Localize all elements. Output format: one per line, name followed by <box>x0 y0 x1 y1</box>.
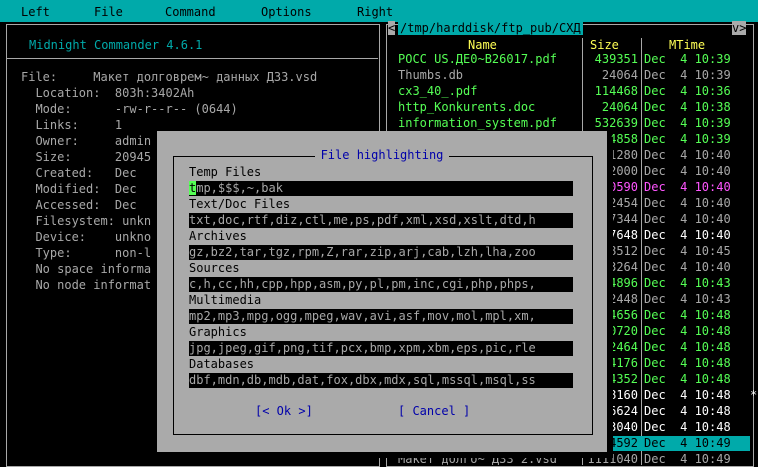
menu-options[interactable]: Options <box>261 5 312 19</box>
file-name: cx3_40_.pdf <box>398 84 478 98</box>
field-text: mp,$$$,~,bak <box>196 181 283 195</box>
group-extensions-field[interactable]: txt,doc,rtf,diz,ctl,me,ps,pdf,xml,xsd,xs… <box>189 213 573 228</box>
file-size: 1111040 <box>587 452 638 466</box>
file-mtime: Dec 4 10:40 <box>644 196 731 210</box>
file-mtime: Dec 4 10:39 <box>644 52 731 66</box>
file-mtime: Dec 4 10:40 <box>644 260 731 274</box>
file-size: 24064 <box>601 68 638 82</box>
file-mtime: Dec 4 10:40 <box>644 148 731 162</box>
file-row[interactable]: Макет долго~ ДЗЗ 2.vsd 1111040 Dec 4 10:49 <box>388 452 750 467</box>
file-mtime: Dec 4 10:49 <box>644 452 731 466</box>
menu-command[interactable]: Command <box>165 5 216 19</box>
menu-file[interactable]: File <box>94 5 123 19</box>
file-size: 24064 <box>601 100 638 114</box>
info-line: Filesystem: unkn <box>21 214 152 228</box>
file-mtime: Dec 4 10:48 <box>644 420 731 434</box>
scroll-mark: * <box>750 388 758 402</box>
info-line: Type: non-l <box>21 246 152 260</box>
file-row[interactable]: information_system.pdf 532639 Dec 4 10:39 <box>388 116 750 131</box>
menu-right[interactable]: Right <box>357 5 393 19</box>
file-mtime: Dec 4 10:43 <box>644 276 731 290</box>
info-line: Location: 803h:3402Ah <box>21 86 195 100</box>
file-row[interactable]: РОСС US.ДЕ0~B26017.pdf 439351 Dec 4 10:39 <box>388 52 750 67</box>
info-line: Owner: admin <box>21 134 152 148</box>
info-line: No space informa <box>21 262 152 276</box>
info-line: Modified: Dec <box>21 182 137 196</box>
col-size-header[interactable]: Size <box>590 38 619 52</box>
group-label: Databases <box>189 357 255 371</box>
left-panel-title: Midnight Commander 4.6.1 <box>29 38 203 52</box>
file-mtime: Dec 4 10:48 <box>644 404 731 418</box>
info-line: Size: 20945 <box>21 150 152 164</box>
file-mtime: Dec 4 10:39 <box>644 132 731 146</box>
file-size: 114468 <box>594 84 638 98</box>
file-mtime: Dec 4 10:48 <box>644 388 731 402</box>
file-mtime: Dec 4 10:48 <box>644 308 731 322</box>
menu-bar: Left File Command Options Right <box>0 0 758 22</box>
file-row[interactable]: http_Konkurents.doc 24064 Dec 4 10:38 <box>388 100 750 115</box>
file-size: 439351 <box>594 52 638 66</box>
menu-left[interactable]: Left <box>21 5 50 19</box>
file-name: information_system.pdf <box>398 116 557 130</box>
info-line: No node informat <box>21 278 152 292</box>
file-name: Thumbs.db <box>398 68 464 82</box>
info-line: Mode: -rw-r--r-- (0644) <box>21 102 238 116</box>
file-highlighting-dialog[interactable]: File highlighting Temp Files tmp,$$$,~,ba… <box>157 131 607 452</box>
file-mtime: Dec 4 10:39 <box>644 68 731 82</box>
dialog-title: File highlighting <box>157 148 607 162</box>
left-panel-divider <box>6 58 378 59</box>
group-label: Sources <box>189 261 240 275</box>
group-extensions-field[interactable]: mp2,mp3,mpg,ogg,mpeg,wav,avi,asf,mov,mol… <box>189 309 573 324</box>
group-extensions-field[interactable]: c,h,cc,hh,cpp,hpp,asm,py,pl,pm,inc,cgi,p… <box>189 277 573 292</box>
col-name-header[interactable]: Name <box>468 38 497 52</box>
file-mtime: Dec 4 10:48 <box>644 356 731 370</box>
col-mtime-header[interactable]: MTime <box>669 38 705 52</box>
file-mtime: Dec 4 10:48 <box>644 372 731 386</box>
file-mtime: Dec 4 10:40 <box>644 228 731 242</box>
group-label: Archives <box>189 229 247 243</box>
file-name: Макет долго~ ДЗЗ 2.vsd <box>398 452 557 466</box>
file-mtime: Dec 4 10:40 <box>644 180 731 194</box>
panel-left-arrow[interactable]: < <box>388 21 396 35</box>
ok-button[interactable]: [< Ok >] <box>255 404 313 418</box>
file-mtime: Dec 4 10:43 <box>644 292 731 306</box>
file-name: РОСС US.ДЕ0~B26017.pdf <box>398 52 557 66</box>
file-mtime: Dec 4 10:45 <box>644 244 731 258</box>
group-extensions-field[interactable]: tmp,$$$,~,bak <box>189 181 573 196</box>
file-mtime: Dec 4 10:48 <box>644 324 731 338</box>
file-mtime: Dec 4 10:48 <box>644 340 731 354</box>
file-size: 532639 <box>594 116 638 130</box>
group-extensions-field[interactable]: jpg,jpeg,gif,png,tif,pcx,bmp,xpm,xbm,eps… <box>189 341 573 356</box>
panel-path: /tmp/harddisk/ftp_pub/СХД <box>398 21 583 35</box>
file-mtime: Dec 4 10:39 <box>644 116 731 130</box>
info-line: Accessed: Dec <box>21 198 137 212</box>
file-mtime: Dec 4 10:36 <box>644 84 731 98</box>
file-mtime: Dec 4 10:49 <box>644 436 731 450</box>
cancel-button[interactable]: [ Cancel ] <box>398 404 470 418</box>
panel-right-arrow[interactable]: v> <box>732 21 747 35</box>
info-line: Created: Dec <box>21 166 137 180</box>
group-extensions-field[interactable]: gz,bz2,tar,tgz,rpm,Z,rar,zip,arj,cab,lzh… <box>189 245 573 260</box>
dialog-title-text: File highlighting <box>314 148 450 162</box>
file-name: http_Konkurents.doc <box>398 100 536 114</box>
group-label: Temp Files <box>189 165 262 179</box>
file-row[interactable]: cx3_40_.pdf 114468 Dec 4 10:36 <box>388 84 750 99</box>
file-mtime: Dec 4 10:38 <box>644 100 731 114</box>
info-line: Device: unkno <box>21 230 152 244</box>
file-row[interactable]: Thumbs.db 24064 Dec 4 10:39 <box>388 68 750 83</box>
group-extensions-field[interactable]: dbf,mdn,db,mdb,dat,fox,dbx,mdx,sql,mssql… <box>189 373 573 388</box>
info-line: File: Макет долговрем~ данных ДЗЗ.vsd <box>21 70 318 84</box>
group-label: Graphics <box>189 325 247 339</box>
group-label: Text/Doc Files <box>189 197 291 211</box>
file-mtime: Dec 4 10:40 <box>644 164 731 178</box>
file-mtime: Dec 4 10:40 <box>644 212 731 226</box>
group-label: Multimedia <box>189 293 262 307</box>
info-line: Links: 1 <box>21 118 123 132</box>
